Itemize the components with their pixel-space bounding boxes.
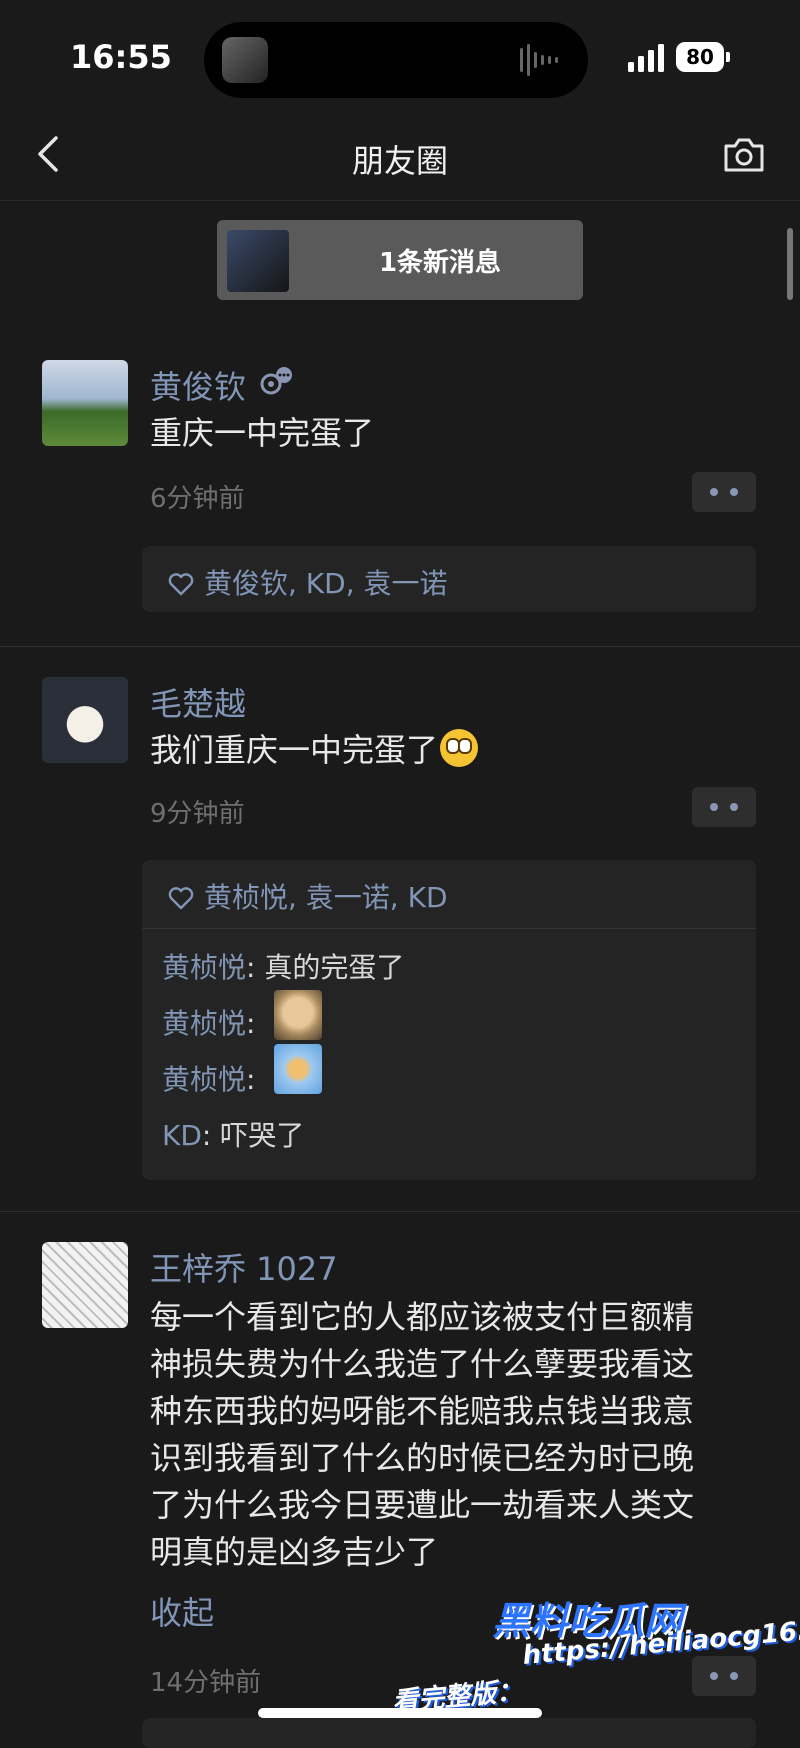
post-content: 重庆一中完蛋了: [150, 414, 375, 452]
page-title: 朋友圈: [351, 142, 448, 180]
post-line: 每一个看到它的人都应该被支付巨额精: [150, 1298, 695, 1336]
dynamic-island[interactable]: [204, 22, 588, 98]
post-content: 每一个看到它的人都应该被支付巨额精 神损失费为什么我造了什么孽要我看这 种东西我…: [150, 1294, 750, 1576]
scrollbar[interactable]: [787, 228, 793, 300]
avatar[interactable]: [42, 1242, 128, 1328]
commenter-name[interactable]: 黄桢悦: [162, 1063, 246, 1096]
likes-box: 黄俊钦, KD, 袁一诺: [142, 546, 756, 612]
more-options-button[interactable]: [692, 472, 756, 512]
new-message-notice[interactable]: 1条新消息: [217, 220, 583, 300]
post-content: 我们重庆一中完蛋了: [150, 727, 750, 774]
likes-box: [142, 1718, 756, 1748]
likes-names[interactable]: 黄桢悦, 袁一诺, KD: [204, 881, 448, 914]
post-time: 9分钟前: [150, 799, 245, 829]
comment-item[interactable]: KD: 吓哭了: [162, 1114, 304, 1154]
comment-item[interactable]: 黄桢悦:: [162, 1058, 255, 1098]
likes-and-comments-box: 黄桢悦, 袁一诺, KD 黄桢悦: 真的完蛋了 黄桢悦: 黄桢悦: KD: 吓哭…: [142, 860, 756, 1180]
new-message-label: 1条新消息: [378, 248, 502, 278]
cartoon-sticker-image[interactable]: [274, 1044, 322, 1094]
watermark: 黑料吃瓜网 https://heiliaocg16.com 看完整版：: [391, 1590, 800, 1720]
post-line: 了为什么我今日要遭此一劫看来人类文: [150, 1486, 695, 1524]
post-line: 识到我看到了什么的时候已经为时已晚: [150, 1439, 695, 1477]
post-time: 14分钟前: [150, 1668, 262, 1698]
likes-row: 黄俊钦, KD, 袁一诺: [168, 562, 448, 602]
camera-icon[interactable]: [722, 134, 766, 174]
now-playing-thumbnail: [222, 37, 268, 83]
divider: [142, 928, 756, 929]
battery-icon: 80: [676, 42, 724, 72]
post-time: 6分钟前: [150, 484, 245, 514]
comment-item[interactable]: 黄桢悦:: [162, 1002, 255, 1042]
post-text: 我们重庆一中完蛋了: [150, 731, 439, 769]
battery-tip: [726, 52, 730, 62]
nav-bar: 朋友圈: [0, 110, 800, 201]
likes-names[interactable]: 黄俊钦, KD, 袁一诺: [204, 567, 448, 600]
poster-name[interactable]: 黄俊钦: [150, 362, 246, 408]
commenter-name[interactable]: 黄桢悦: [162, 1007, 246, 1040]
more-options-button[interactable]: [692, 787, 756, 827]
moment-post: 黄俊钦 重庆一中完蛋了 6分钟前 黄俊钦, KD, 袁一诺: [0, 320, 800, 647]
listening-status-icon: [260, 367, 292, 395]
heart-icon: [168, 573, 194, 596]
status-bar: 16:55 80: [0, 0, 800, 110]
post-line: 种东西我的妈呀能不能赔我点钱当我意: [150, 1392, 695, 1430]
comment-text: 真的完蛋了: [264, 951, 405, 984]
comment-item[interactable]: 黄桢悦: 真的完蛋了: [162, 946, 404, 986]
commenter-name[interactable]: 黄桢悦: [162, 951, 246, 984]
post-line: 明真的是凶多吉少了: [150, 1533, 439, 1571]
avatar: [227, 230, 289, 292]
dog-sticker-image[interactable]: [274, 990, 322, 1040]
audio-wave-icon: [520, 44, 558, 76]
moment-post: 毛楚越 我们重庆一中完蛋了 9分钟前 黄桢悦, 袁一诺, KD 黄桢悦: 真的完…: [0, 647, 800, 1212]
cellular-signal-icon: [628, 44, 664, 72]
commenter-name[interactable]: KD: [162, 1119, 202, 1152]
heart-icon: [168, 887, 194, 910]
post-line: 神损失费为什么我造了什么孽要我看这: [150, 1345, 695, 1383]
comment-text: 吓哭了: [220, 1119, 305, 1152]
avatar[interactable]: [42, 360, 128, 446]
flushed-face-emoji-icon: [440, 729, 479, 767]
clock: 16:55: [70, 38, 172, 76]
home-indicator[interactable]: [258, 1708, 542, 1718]
collapse-link[interactable]: 收起: [150, 1588, 214, 1634]
poster-name[interactable]: 毛楚越: [150, 679, 246, 725]
poster-name[interactable]: 王梓乔 1027: [150, 1244, 338, 1290]
likes-row: 黄桢悦, 袁一诺, KD: [168, 876, 448, 916]
avatar[interactable]: [42, 677, 128, 763]
